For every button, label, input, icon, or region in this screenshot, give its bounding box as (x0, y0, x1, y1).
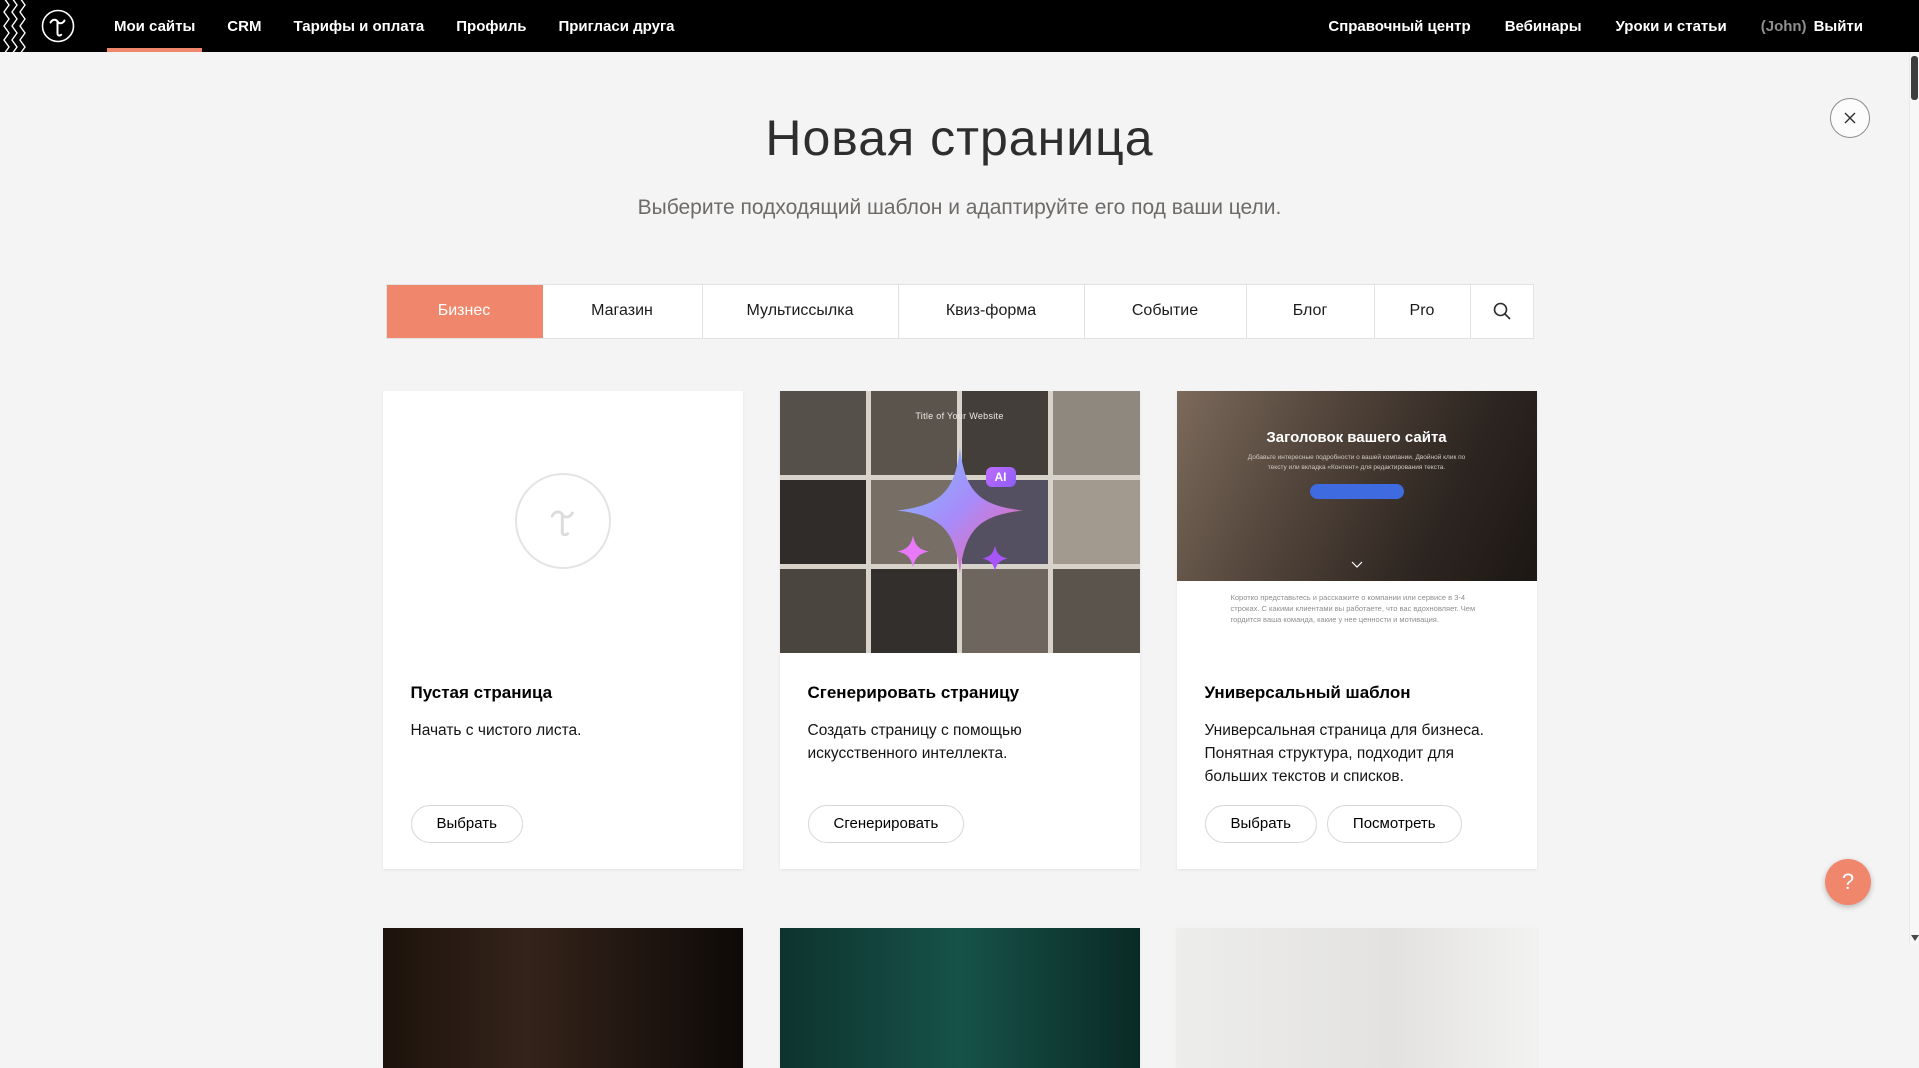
ai-preview: Title of Your Website (780, 391, 1140, 653)
ai-sparkle-icon (875, 439, 1045, 604)
card-actions: Выбрать (411, 805, 523, 843)
tab-pro[interactable]: Pro (1375, 285, 1471, 338)
template-hero: Заголовок вашего сайта Добавьте интересн… (1177, 391, 1537, 581)
page-title: Новая страница (0, 110, 1919, 168)
template-body-text: Коротко представьтесь и расскажите о ком… (1231, 592, 1483, 653)
template-card-ai-generate: Title of Your Website (780, 391, 1140, 869)
template-text-section: Коротко представьтесь и расскажите о ком… (1177, 581, 1537, 653)
help-button[interactable]: ? (1825, 859, 1871, 905)
nav-link-help-center[interactable]: Справочный центр (1328, 18, 1470, 35)
template-card-universal: Заголовок вашего сайта Добавьте интересн… (1177, 391, 1537, 869)
card-body: Универсальный шаблон Универсальная стран… (1177, 653, 1537, 789)
card-title: Универсальный шаблон (1205, 683, 1509, 703)
tab-business[interactable]: Бизнес (387, 285, 543, 338)
top-navbar: Мои сайты CRM Тарифы и оплата Профиль Пр… (0, 0, 1919, 52)
template-cta-button (1310, 484, 1404, 499)
card-title: Пустая страница (411, 683, 715, 703)
mosaic-tile (780, 391, 866, 475)
template-card-partial (383, 928, 743, 1068)
card-body: Пустая страница Начать с чистого листа. (383, 653, 743, 742)
choose-button[interactable]: Выбрать (1205, 805, 1317, 843)
card-actions: Выбрать Посмотреть (1205, 805, 1462, 843)
card-title: Сгенерировать страницу (808, 683, 1112, 703)
card-description: Начать с чистого листа. (411, 719, 715, 742)
navbar-right-links: Справочный центр Вебинары Уроки и статьи… (1328, 18, 1863, 35)
nav-item-pricing[interactable]: Тарифы и оплата (277, 0, 440, 52)
choose-button[interactable]: Выбрать (411, 805, 523, 843)
main-content: Новая страница Выберите подходящий шабло… (0, 52, 1919, 944)
tab-quiz-form[interactable]: Квиз-форма (899, 285, 1085, 338)
mosaic-tile (1053, 391, 1139, 475)
chevron-down-icon (1351, 555, 1363, 573)
page-subtitle: Выберите подходящий шаблон и адаптируйте… (0, 196, 1919, 220)
preview-button[interactable]: Посмотреть (1327, 805, 1462, 843)
template-cards-grid: Пустая страница Начать с чистого листа. … (383, 391, 1537, 869)
scrollbar-thumb[interactable] (1911, 56, 1918, 100)
blank-preview (383, 391, 743, 653)
user-area: (John) Выйти (1761, 18, 1863, 35)
template-card-partial (780, 928, 1140, 1068)
nav-item-invite-friend[interactable]: Пригласи друга (542, 0, 690, 52)
ai-badge: AI (986, 467, 1016, 487)
mosaic-site-title: Title of Your Website (780, 411, 1140, 421)
scrollbar[interactable] (1909, 52, 1919, 944)
close-icon (1842, 110, 1858, 126)
nav-item-my-sites[interactable]: Мои сайты (98, 0, 211, 52)
nav-link-lessons[interactable]: Уроки и статьи (1616, 18, 1727, 35)
card-description: Создать страницу с помощью искусственног… (808, 719, 1112, 766)
nav-link-webinars[interactable]: Вебинары (1505, 18, 1582, 35)
card-description: Универсальная страница для бизнеса. Поня… (1205, 719, 1509, 789)
tab-event[interactable]: Событие (1085, 285, 1247, 338)
tab-store[interactable]: Магазин (543, 285, 703, 338)
mosaic-tile (780, 480, 866, 564)
main-menu: Мои сайты CRM Тарифы и оплата Профиль Пр… (98, 0, 691, 52)
close-button[interactable] (1830, 98, 1870, 138)
next-template-row (383, 928, 1537, 1068)
template-card-partial (1177, 928, 1537, 1068)
zigzag-pattern-icon (0, 0, 28, 52)
user-name: (John) (1761, 18, 1807, 35)
card-actions: Сгенерировать (808, 805, 965, 843)
tilda-watermark-icon (515, 473, 611, 569)
card-body: Сгенерировать страницу Создать страницу … (780, 653, 1140, 766)
scrollbar-down-arrow[interactable] (1911, 935, 1919, 941)
generate-button[interactable]: Сгенерировать (808, 805, 965, 843)
tab-blog[interactable]: Блог (1247, 285, 1375, 338)
template-hero-subtext: Добавьте интересные подробности о вашей … (1238, 453, 1476, 473)
template-hero-heading: Заголовок вашего сайта (1177, 391, 1537, 446)
template-category-tabs: Бизнес Магазин Мультиссылка Квиз-форма С… (386, 284, 1534, 339)
search-icon (1492, 301, 1512, 321)
tab-multilink[interactable]: Мультиссылка (703, 285, 899, 338)
mosaic-tile (780, 569, 866, 653)
nav-item-profile[interactable]: Профиль (440, 0, 542, 52)
tab-search[interactable] (1471, 285, 1533, 338)
universal-preview: Заголовок вашего сайта Добавьте интересн… (1177, 391, 1537, 653)
logout-link[interactable]: Выйти (1814, 18, 1863, 35)
mosaic-tile (1053, 480, 1139, 564)
template-card-blank: Пустая страница Начать с чистого листа. … (383, 391, 743, 869)
mosaic-tile (1053, 569, 1139, 653)
nav-item-crm[interactable]: CRM (211, 0, 277, 52)
tilda-logo[interactable] (40, 8, 76, 44)
